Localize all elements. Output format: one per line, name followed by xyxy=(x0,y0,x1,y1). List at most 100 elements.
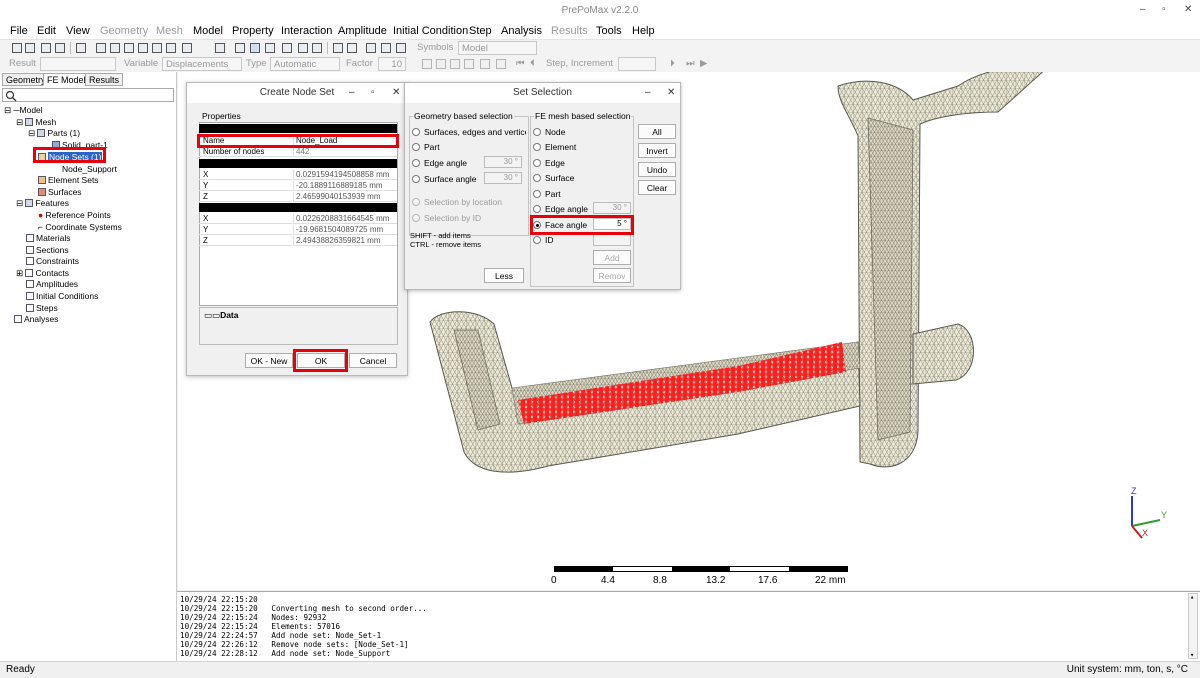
tree-item-materials[interactable]: Materials xyxy=(26,233,70,243)
ok-new-button[interactable]: OK - New xyxy=(245,353,293,368)
dialog-close-button[interactable]: ✕ xyxy=(392,87,400,98)
tree-item-constraints[interactable]: Constraints xyxy=(26,256,79,266)
menu-edit[interactable]: Edit xyxy=(37,25,56,37)
tab-results[interactable]: Results xyxy=(85,73,124,86)
view-bottom-icon[interactable] xyxy=(138,43,148,53)
menu-geometry[interactable]: Geometry xyxy=(100,25,148,37)
radio-fe-node[interactable] xyxy=(533,128,541,136)
color-contours-icon[interactable] xyxy=(450,59,460,69)
clear-button[interactable]: Clear xyxy=(638,180,676,195)
menu-tools[interactable]: Tools xyxy=(596,25,622,37)
shaded-edges-icon[interactable] xyxy=(250,43,260,53)
radio-geo-edge-angle[interactable] xyxy=(412,159,420,167)
undeformed-icon[interactable] xyxy=(422,59,432,69)
prev-step-icon[interactable]: ⏴ xyxy=(530,58,535,69)
animate-icon[interactable] xyxy=(496,59,506,69)
menu-file[interactable]: File xyxy=(10,25,28,37)
step-increment-dropdown[interactable] xyxy=(618,57,656,71)
tree-item-analyses[interactable]: Analyses xyxy=(14,314,59,324)
close-button[interactable]: ✕ xyxy=(1184,4,1192,15)
type-dropdown[interactable]: Automatic xyxy=(270,57,340,71)
dialog-minimize-button[interactable]: ‒ xyxy=(349,87,355,98)
radio-fe-surface[interactable] xyxy=(533,174,541,182)
menu-property[interactable]: Property xyxy=(232,25,274,37)
deformed-icon[interactable] xyxy=(436,59,446,69)
tree-item-reference-points[interactable]: ● Reference Points xyxy=(38,210,111,220)
radio-selection-by-location[interactable] xyxy=(412,198,420,206)
first-step-icon[interactable]: ⏮ xyxy=(516,58,525,69)
remove-button[interactable]: Remov xyxy=(593,268,631,283)
result-dropdown[interactable] xyxy=(40,57,116,71)
radio-fe-id[interactable] xyxy=(533,236,541,244)
view-top-icon[interactable] xyxy=(124,43,134,53)
tree-item-coordinate-systems[interactable]: ⌐ Coordinate Systems xyxy=(38,222,122,232)
show-icon[interactable] xyxy=(366,43,376,53)
query-icon[interactable] xyxy=(333,43,343,53)
view-left-icon[interactable] xyxy=(152,43,162,53)
menu-help[interactable]: Help xyxy=(632,25,655,37)
select-icon[interactable] xyxy=(347,43,357,53)
tree-item-surfaces[interactable]: Surfaces xyxy=(38,187,82,197)
radio-selection-by-id[interactable] xyxy=(412,214,420,222)
view-front-icon[interactable] xyxy=(96,43,106,53)
factor-input[interactable]: 10 xyxy=(378,57,406,71)
menu-model[interactable]: Model xyxy=(193,25,223,37)
import-icon[interactable] xyxy=(41,43,51,53)
tree-item-node-support[interactable]: Node_Support xyxy=(62,164,117,174)
geo-surface-angle-input[interactable]: 30 ° xyxy=(484,172,522,184)
search-input[interactable] xyxy=(2,88,174,102)
menu-analysis[interactable]: Analysis xyxy=(501,25,542,37)
save-icon[interactable] xyxy=(55,43,65,53)
section-view-icon[interactable] xyxy=(282,43,292,53)
fe-id-input[interactable] xyxy=(593,234,631,246)
hide-icon[interactable] xyxy=(381,43,391,53)
shaded-icon[interactable] xyxy=(235,43,245,53)
view-back-icon[interactable] xyxy=(110,43,120,53)
symbols-dropdown[interactable]: Model xyxy=(458,41,537,55)
play-icon[interactable]: ▶ xyxy=(700,58,707,69)
geo-edge-angle-input[interactable]: 30 ° xyxy=(484,156,522,168)
tree-item-parts[interactable]: ⊟ Parts (1) xyxy=(28,128,80,139)
view-3d-icon[interactable] xyxy=(215,43,225,53)
minimize-button[interactable]: ‒ xyxy=(1140,4,1146,15)
last-step-icon[interactable]: ⏭ xyxy=(686,58,695,69)
dialog-maximize-button[interactable]: ▫ xyxy=(371,87,375,98)
log-scrollbar[interactable]: ▴ ▾ xyxy=(1188,593,1198,659)
menu-view[interactable]: View xyxy=(66,25,90,37)
menu-mesh[interactable]: Mesh xyxy=(156,25,183,37)
color-icon[interactable] xyxy=(312,43,322,53)
radio-fe-element[interactable] xyxy=(533,143,541,151)
radio-geo-surface-angle[interactable] xyxy=(412,175,420,183)
add-button[interactable]: Add xyxy=(593,250,631,265)
open-file-icon[interactable] xyxy=(25,43,35,53)
zoom-icon[interactable] xyxy=(76,43,86,53)
tree-item-contacts[interactable]: ⊞ Contacts xyxy=(16,268,69,279)
invert-button[interactable]: Invert xyxy=(638,143,676,158)
tree-item-mesh[interactable]: ⊟ Mesh xyxy=(16,117,56,128)
maximize-button[interactable]: ▫ xyxy=(1162,4,1166,15)
radio-fe-edge[interactable] xyxy=(533,159,541,167)
all-button[interactable]: All xyxy=(638,124,676,139)
view-right-icon[interactable] xyxy=(166,43,176,53)
hide-others-icon[interactable] xyxy=(396,43,406,53)
radio-fe-part[interactable] xyxy=(533,190,541,198)
min-max-icon[interactable] xyxy=(480,59,490,69)
view-iso-icon[interactable] xyxy=(182,43,192,53)
next-step-icon[interactable]: ⏵ xyxy=(670,58,675,69)
menu-initial-condition[interactable]: Initial Condition xyxy=(393,25,468,37)
menu-step[interactable]: Step xyxy=(469,25,492,37)
tree-item-model[interactable]: ⊟ ─Model xyxy=(4,105,43,116)
less-button[interactable]: Less xyxy=(484,268,524,283)
variable-dropdown[interactable]: Displacements xyxy=(162,57,242,71)
tree-item-features[interactable]: ⊟ Features xyxy=(16,198,69,209)
new-file-icon[interactable] xyxy=(12,43,22,53)
set-selection-close-button[interactable]: ✕ xyxy=(667,87,675,98)
radio-fe-edge-angle[interactable] xyxy=(533,205,541,213)
tree-item-sections[interactable]: Sections xyxy=(26,245,69,255)
cancel-button[interactable]: Cancel xyxy=(349,353,397,368)
undo-button[interactable]: Undo xyxy=(638,162,676,177)
set-selection-minimize-button[interactable]: ‒ xyxy=(645,87,651,98)
menu-amplitude[interactable]: Amplitude xyxy=(338,25,387,37)
mesh-icon[interactable] xyxy=(464,59,474,69)
tree-item-amplitudes[interactable]: Amplitudes xyxy=(26,279,78,289)
